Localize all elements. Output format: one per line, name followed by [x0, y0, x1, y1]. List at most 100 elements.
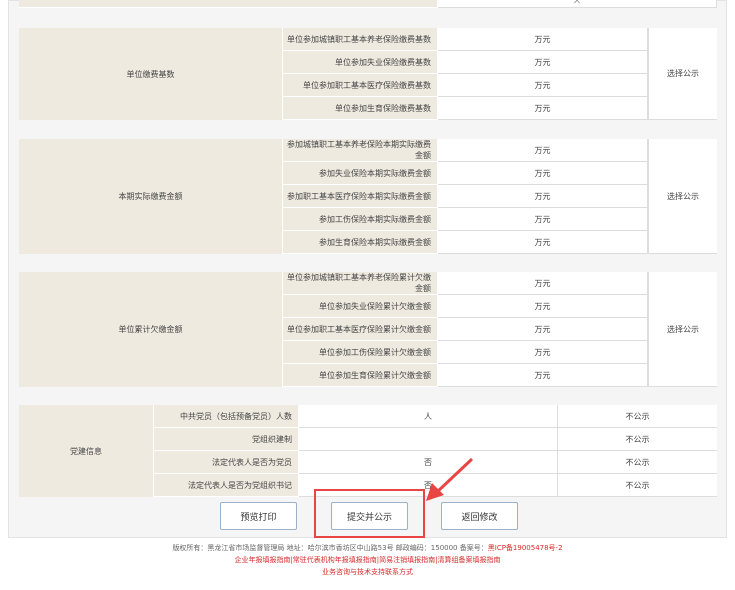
section3-row-unit: 万元: [438, 341, 648, 364]
section1-group-label: 单位缴费基数: [19, 28, 283, 120]
section2-row-unit-text: 万元: [534, 145, 551, 155]
section1-row-label-text: 单位参加城镇职工基本养老保险缴费基数: [287, 34, 431, 44]
section3-row-label: 单位参加工伤保险累计欠缴金额: [283, 341, 438, 364]
section2-row-label: 参加生育保险本期实际缴费金额: [283, 231, 438, 254]
section4-group-label: 党建信息: [19, 405, 154, 497]
section4-row-publish-text: 不公示: [625, 434, 650, 444]
section4-row-value-text: 人: [424, 411, 432, 421]
section3-row-label: 单位参加城镇职工基本养老保险累计欠缴金额: [283, 272, 438, 295]
section1-row-unit-text: 万元: [534, 80, 551, 90]
section1-row-unit: 万元: [438, 97, 648, 120]
section4-row-publish-text: 不公示: [625, 411, 650, 421]
section1-publish-select[interactable]: 选择公示: [648, 28, 717, 120]
footer-guide-links[interactable]: 企业年报填报指南|常驻代表机构年报填报指南|简易注销填报指南|清算组备案填报指南: [0, 554, 735, 566]
footer-support-link[interactable]: 业务咨询与技术支持联系方式: [0, 566, 735, 578]
section2-row-label: 参加失业保险本期实际缴费金额: [283, 162, 438, 185]
section1-row-unit-text: 万元: [534, 34, 551, 44]
section3-publish-select[interactable]: 选择公示: [648, 272, 717, 387]
section2-row-label: 参加工伤保险本期实际缴费金额: [283, 208, 438, 231]
section2-row-unit-text: 万元: [534, 237, 551, 247]
section3-row-label: 单位参加生育保险累计欠缴金额: [283, 364, 438, 387]
section1-publish-select-text: 选择公示: [667, 69, 699, 78]
section1-group-label-text: 单位缴费基数: [126, 69, 175, 79]
section4-row-publish[interactable]: 不公示: [558, 451, 717, 474]
section1-row-label: 单位参加失业保险缴费基数: [283, 51, 438, 74]
section3-row-unit: 万元: [438, 272, 648, 295]
section3-row-label-text: 单位参加工伤保险累计欠缴金额: [319, 347, 431, 357]
section4-row-label-text: 中共党员（包括预备党员）人数: [180, 411, 292, 421]
section3-row-unit: 万元: [438, 295, 648, 318]
section2-row-label-text: 参加工伤保险本期实际缴费金额: [319, 214, 431, 224]
section3-row-label: 单位参加职工基本医疗保险累计欠缴金额: [283, 318, 438, 341]
footer-icp-link[interactable]: 黑ICP备19005478号-2: [488, 544, 563, 552]
section4-row-label: 法定代表人是否为党员: [154, 451, 299, 474]
section2-row-unit: 万元: [438, 231, 648, 254]
section3-row-unit-text: 万元: [534, 370, 551, 380]
section2-row-unit: 万元: [438, 162, 648, 185]
section2-row-label: 参加职工基本医疗保险本期实际缴费金额: [283, 185, 438, 208]
section2-publish-select-text: 选择公示: [667, 191, 699, 201]
section1-row-label-text: 单位参加失业保险缴费基数: [335, 57, 431, 67]
section2-group-label-text: 本期实际缴费金额: [118, 192, 183, 201]
section4-row-label-text: 法定代表人是否为党组织书记: [188, 480, 292, 490]
section2-row-unit-text: 万元: [534, 168, 551, 178]
section1-row-label: 单位参加职工基本医疗保险缴费基数: [283, 74, 438, 97]
section4-row-label-text: 法定代表人是否为党员: [212, 457, 292, 467]
section1-row-unit: 万元: [438, 74, 648, 97]
section3-row-unit-text: 万元: [534, 278, 551, 288]
section4-row-label: 法定代表人是否为党组织书记: [154, 474, 299, 497]
top-partial-value: 人: [438, 0, 717, 8]
section1-row-label: 单位参加城镇职工基本养老保险缴费基数: [283, 28, 438, 51]
pointer-arrow-icon: [426, 457, 474, 501]
section4-row-publish[interactable]: 不公示: [558, 474, 717, 497]
section3-row-unit-text: 万元: [534, 347, 551, 357]
back-edit-button[interactable]: 返回修改: [441, 502, 518, 530]
section3-row-unit-text: 万元: [534, 301, 551, 311]
section1-row-unit-text: 万元: [534, 103, 551, 113]
section1-row-unit: 万元: [438, 51, 648, 74]
section2-row-unit-text: 万元: [534, 191, 551, 201]
section4-row-publish[interactable]: 不公示: [558, 405, 717, 428]
section2-row-label: 参加城镇职工基本养老保险本期实际缴费金额: [283, 139, 438, 162]
section3-row-unit: 万元: [438, 364, 648, 387]
section1-row-unit: 万元: [438, 28, 648, 51]
section3-group-label: 单位累计欠缴金额: [19, 272, 283, 387]
section3-row-label-text: 单位参加生育保险累计欠缴金额: [319, 370, 431, 380]
footer-address: 版权所有：黑龙江省市场监督管理局 地址：哈尔滨市香坊区中山路53号 邮政编码：1…: [172, 544, 488, 552]
footer: 版权所有：黑龙江省市场监督管理局 地址：哈尔滨市香坊区中山路53号 邮政编码：1…: [0, 542, 735, 578]
section4-row-publish[interactable]: 不公示: [558, 428, 717, 451]
section2-row-unit: 万元: [438, 185, 648, 208]
section3-row-label-text: 单位参加职工基本医疗保险累计欠缴金额: [287, 324, 431, 334]
section4-row-label-text: 党组织建制: [252, 434, 292, 444]
section2-row-label-text: 参加城镇职工基本养老保险本期实际缴费金额: [287, 140, 431, 160]
top-partial-value-text: 人: [573, 0, 580, 5]
section3-row-label-text: 单位参加城镇职工基本养老保险累计欠缴金额: [287, 273, 431, 293]
section4-row-value: [299, 428, 558, 451]
section3-row-unit: 万元: [438, 318, 648, 341]
highlight-box: [314, 489, 425, 538]
footer-copyright: 版权所有：黑龙江省市场监督管理局 地址：哈尔滨市香坊区中山路53号 邮政编码：1…: [0, 542, 735, 554]
page: 人 单位缴费基数 单位参加城镇职工基本养老保险缴费基数 万元 单位参加失业保险缴费基数…: [0, 0, 735, 590]
section2-row-unit: 万元: [438, 139, 648, 162]
section4-row-label: 党组织建制: [154, 428, 299, 451]
section2-row-unit: 万元: [438, 208, 648, 231]
section4-group-label-text: 党建信息: [70, 446, 102, 456]
preview-print-button[interactable]: 预览打印: [220, 502, 297, 530]
section1-row-label: 单位参加生育保险缴费基数: [283, 97, 438, 120]
section3-row-unit-text: 万元: [534, 324, 551, 334]
section1-row-label-text: 单位参加生育保险缴费基数: [335, 103, 431, 113]
section4-row-label: 中共党员（包括预备党员）人数: [154, 405, 299, 428]
section4-row-value: 人: [299, 405, 558, 428]
section4-row-publish-text: 不公示: [625, 480, 650, 490]
section2-publish-select[interactable]: 选择公示: [648, 139, 717, 254]
section2-row-label-text: 参加职工基本医疗保险本期实际缴费金额: [287, 191, 431, 201]
back-edit-label: 返回修改: [461, 512, 498, 523]
section2-row-label-text: 参加失业保险本期实际缴费金额: [319, 168, 431, 178]
section3-publish-select-text: 选择公示: [667, 324, 699, 334]
section2-row-unit-text: 万元: [534, 214, 551, 224]
section2-group-label: 本期实际缴费金额: [19, 139, 283, 254]
section1-row-label-text: 单位参加职工基本医疗保险缴费基数: [303, 80, 431, 90]
section4-row-publish-text: 不公示: [625, 457, 650, 467]
section2-row-label-text: 参加生育保险本期实际缴费金额: [319, 237, 431, 247]
section3-group-label-text: 单位累计欠缴金额: [118, 325, 183, 334]
